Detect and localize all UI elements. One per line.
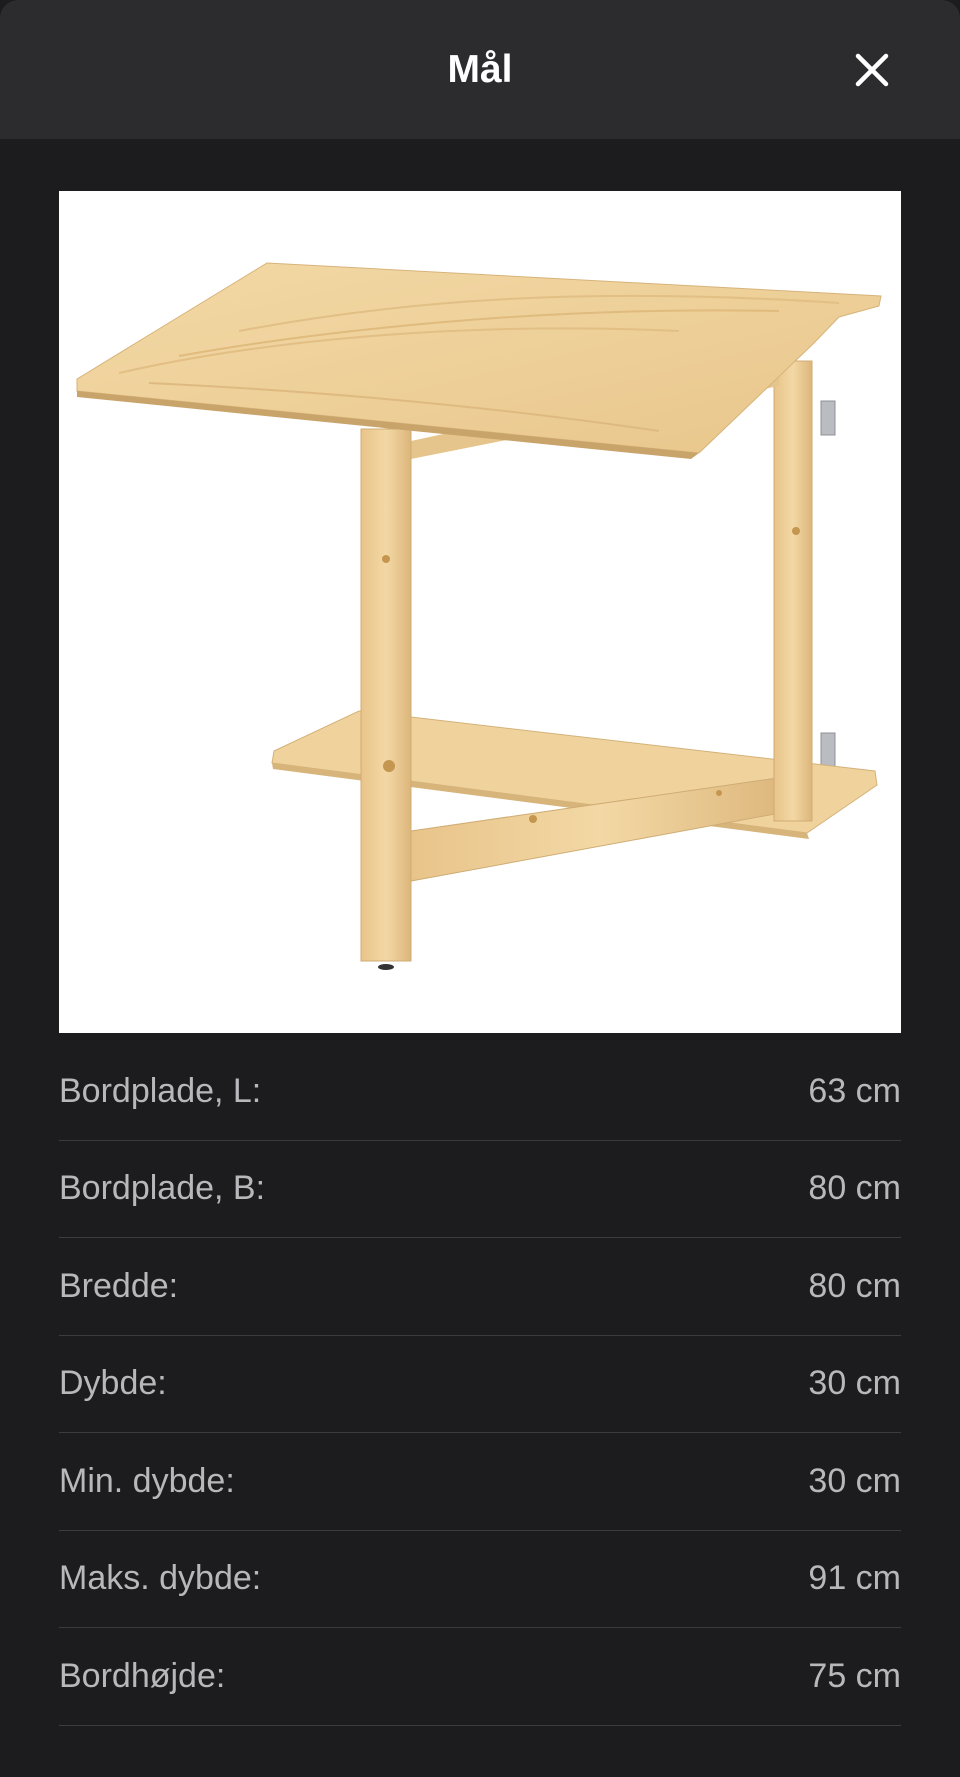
dimension-label: Maks. dybde: — [59, 1559, 262, 1598]
dimension-row-width: Bredde: 80 cm — [59, 1238, 901, 1336]
dimensions-list: Bordplade, L: 63 cm Bordplade, B: 80 cm … — [59, 1043, 901, 1726]
dimensions-sheet: Mål Bordplade, L: 63 cm Bordplade, B: 80… — [0, 0, 960, 1777]
close-button[interactable] — [846, 44, 898, 96]
dimension-value: 91 cm — [808, 1559, 901, 1598]
dimension-value: 30 cm — [808, 1364, 901, 1403]
product-image — [59, 191, 901, 1033]
dimension-row-depth: Dybde: 30 cm — [59, 1336, 901, 1433]
dimension-row-tabletop-length: Bordplade, L: 63 cm — [59, 1043, 901, 1141]
dimension-row-max-depth: Maks. dybde: 91 cm — [59, 1531, 901, 1628]
close-icon — [855, 53, 889, 87]
dimension-label: Dybde: — [59, 1364, 167, 1403]
dimension-row-table-height: Bordhøjde: 75 cm — [59, 1628, 901, 1726]
dimension-row-tabletop-width: Bordplade, B: 80 cm — [59, 1141, 901, 1238]
folding-wall-table-illustration — [76, 262, 882, 970]
dimension-label: Bredde: — [59, 1266, 179, 1305]
dimension-value: 80 cm — [808, 1266, 901, 1305]
sheet-header: Mål — [0, 0, 960, 139]
dimension-row-min-depth: Min. dybde: 30 cm — [59, 1433, 901, 1531]
sheet-title: Mål — [447, 48, 513, 91]
dimension-value: 63 cm — [808, 1071, 901, 1110]
dimension-label: Bordplade, L: — [59, 1071, 262, 1110]
dimension-label: Min. dybde: — [59, 1461, 235, 1500]
dimension-label: Bordhøjde: — [59, 1656, 226, 1695]
dimension-value: 75 cm — [808, 1656, 901, 1695]
dimension-value: 30 cm — [808, 1461, 901, 1500]
dimension-label: Bordplade, B: — [59, 1169, 266, 1208]
dimension-value: 80 cm — [808, 1169, 901, 1208]
